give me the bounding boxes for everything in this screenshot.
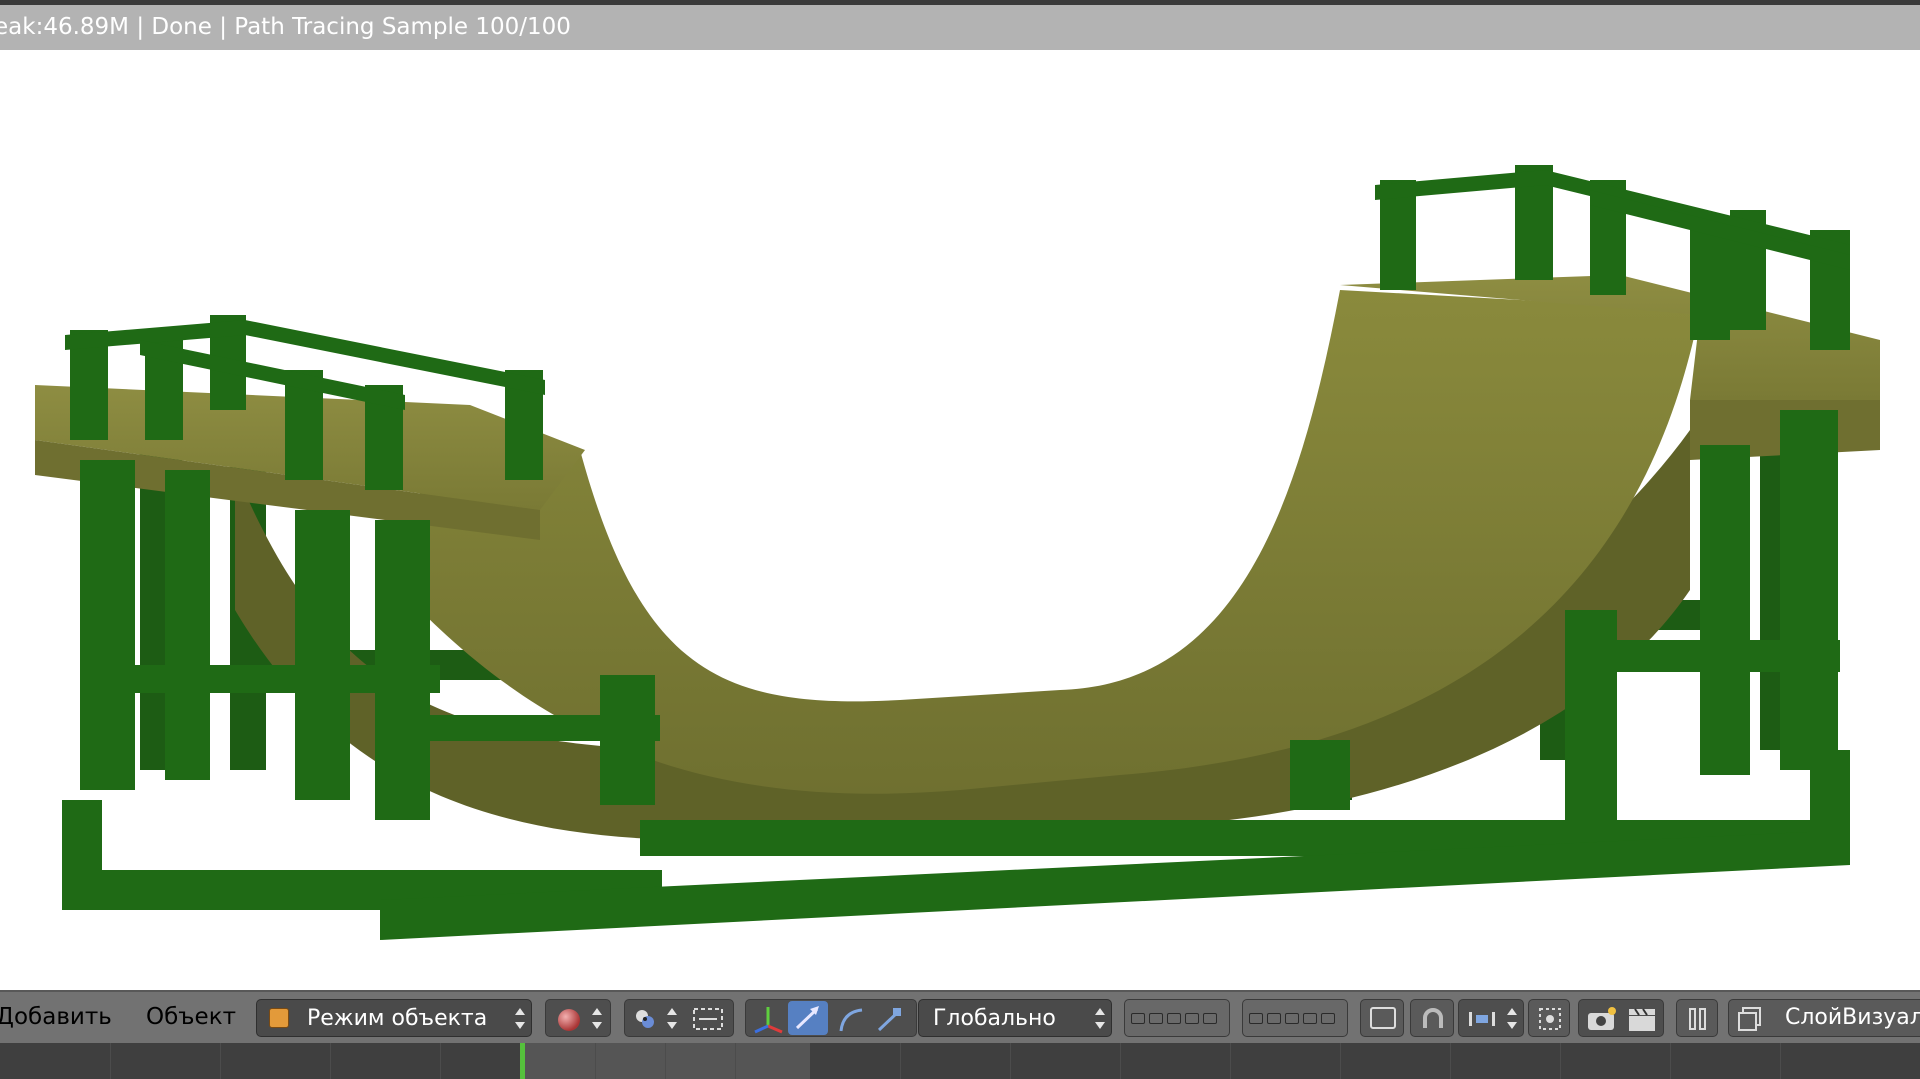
transform-manipulator-group xyxy=(745,999,917,1037)
render-camera-icon[interactable] xyxy=(1585,1005,1619,1033)
scene-layers-block-2[interactable] xyxy=(1242,999,1348,1037)
timeline-tick xyxy=(1450,1043,1451,1079)
proportional-edit-icon xyxy=(1537,1006,1563,1032)
render-status-bar: eak:46.89M | Done | Path Tracing Sample … xyxy=(0,5,1920,50)
timeline-tick xyxy=(110,1043,111,1079)
pivot-and-manipulator-group xyxy=(624,999,734,1037)
spinner-up-icon xyxy=(515,1008,525,1015)
timeline-tick xyxy=(735,1043,736,1079)
spinner-down-icon xyxy=(592,1022,602,1029)
timeline-tick xyxy=(1780,1043,1781,1079)
mode-selector[interactable]: Режим объекта xyxy=(256,999,532,1037)
layer-grid-icon[interactable] xyxy=(1203,1013,1217,1024)
rotate-arc-icon[interactable] xyxy=(834,1004,868,1034)
proportional-edit-button[interactable] xyxy=(1528,999,1570,1037)
render-layer-selector[interactable]: СлойВизуал xyxy=(1728,999,1920,1037)
timeline-tick xyxy=(1230,1043,1231,1079)
spinner-down-icon xyxy=(1507,1022,1517,1029)
snap-element-selector[interactable] xyxy=(1458,999,1524,1037)
layer-grid-icon[interactable] xyxy=(1285,1013,1299,1024)
timeline-tick xyxy=(1560,1043,1561,1079)
lock-camera-button[interactable] xyxy=(1360,999,1404,1037)
spinner-down-icon xyxy=(515,1022,525,1029)
timeline-tick xyxy=(900,1043,901,1079)
clapperboard-icon[interactable] xyxy=(1625,1005,1659,1033)
timeline-tick xyxy=(1120,1043,1121,1079)
pause-icon xyxy=(1688,1008,1708,1030)
layer-grid-icon[interactable] xyxy=(1167,1013,1181,1024)
object-menu[interactable]: Объект xyxy=(146,992,236,1043)
layer-grid-icon[interactable] xyxy=(1321,1013,1335,1024)
layer-grid-icon[interactable] xyxy=(1249,1013,1263,1024)
current-frame-cursor[interactable] xyxy=(520,1043,525,1079)
spinner-up-icon xyxy=(1095,1008,1105,1015)
lock-camera-icon xyxy=(1370,1007,1396,1029)
rendered-ramp-image xyxy=(35,165,1880,940)
timeline-tick xyxy=(665,1043,666,1079)
spinner-down-icon xyxy=(667,1022,677,1029)
timeline-tick xyxy=(1340,1043,1341,1079)
timeline-tick xyxy=(1010,1043,1011,1079)
pause-button[interactable] xyxy=(1676,999,1718,1037)
timeline-tick xyxy=(595,1043,596,1079)
translate-arrow-icon[interactable] xyxy=(788,1001,828,1035)
snap-toggle[interactable] xyxy=(1410,999,1454,1037)
render-layers-icon xyxy=(1737,1006,1763,1032)
orientation-label: Глобально xyxy=(933,1006,1056,1031)
cube-icon xyxy=(269,1008,289,1028)
layer-grid-icon[interactable] xyxy=(1149,1013,1163,1024)
scene-layers-block-1[interactable] xyxy=(1124,999,1230,1037)
render-buttons-group xyxy=(1578,999,1664,1037)
mode-label: Режим объекта xyxy=(307,1006,488,1031)
render-layer-label: СлойВизуал xyxy=(1785,1005,1920,1030)
3d-viewport[interactable] xyxy=(0,50,1920,990)
spinner-up-icon xyxy=(667,1008,677,1015)
add-menu[interactable]: Добавить xyxy=(0,992,112,1043)
viewport-shading-selector[interactable] xyxy=(545,999,611,1037)
spinner-up-icon xyxy=(1507,1008,1517,1015)
spinner-down-icon xyxy=(1095,1022,1105,1029)
spinner-up-icon xyxy=(592,1008,602,1015)
timeline-tick xyxy=(440,1043,441,1079)
translate-axes-icon[interactable] xyxy=(752,1004,786,1034)
manipulator-icon[interactable] xyxy=(691,1006,725,1032)
pivot-point-icon[interactable] xyxy=(634,1008,656,1030)
scale-icon[interactable] xyxy=(872,1004,906,1034)
layer-grid-icon[interactable] xyxy=(1267,1013,1281,1024)
timeline-tick xyxy=(330,1043,331,1079)
3d-view-header: Добавить Объект Режим объекта Глобально … xyxy=(0,990,1920,1043)
snap-element-icon xyxy=(1467,1006,1497,1032)
timeline-tick xyxy=(220,1043,221,1079)
timeline-strip[interactable] xyxy=(0,1043,1920,1079)
sphere-shading-icon xyxy=(558,1009,580,1031)
timeline-tick xyxy=(1670,1043,1671,1079)
layer-grid-icon[interactable] xyxy=(1303,1013,1317,1024)
layer-grid-icon[interactable] xyxy=(1185,1013,1199,1024)
render-status-text: eak:46.89M | Done | Path Tracing Sample … xyxy=(0,14,571,40)
layer-grid-icon[interactable] xyxy=(1131,1013,1145,1024)
transform-orientation-selector[interactable]: Глобально xyxy=(918,999,1112,1037)
magnet-icon xyxy=(1420,1006,1446,1032)
